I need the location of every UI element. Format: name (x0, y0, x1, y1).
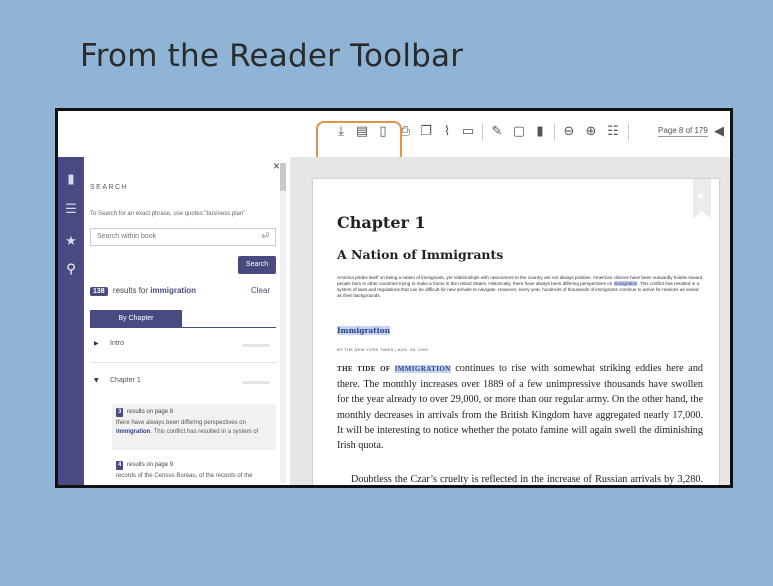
search-result-card[interactable]: 4 results on page 9 records of the Censu… (112, 457, 276, 485)
result-snippet-tail: . This conflict has resulted in a system… (150, 429, 259, 435)
note-icon[interactable]: ▢ (512, 124, 526, 140)
results-summary: 138 results for immigration (90, 286, 196, 296)
slide-title: From the Reader Toolbar (80, 38, 464, 74)
scrollbar-thumb[interactable] (280, 163, 286, 191)
page-indicator[interactable]: Page 8 of 179 (658, 126, 708, 137)
intro-paragraph: America prides itself on being a nation … (337, 275, 703, 299)
search-heading: SEARCH (90, 184, 129, 191)
zoom-in-icon[interactable]: ⊕ (584, 124, 598, 140)
left-rail: ▮ ☰ ★ ⚲ (58, 157, 84, 485)
chapter-subtitle: A Nation of Immigrants (337, 247, 504, 262)
chapter-label: Chapter 1 (110, 377, 141, 384)
body-paragraph-1: THE TIDE OF IMMIGRATION continues to ris… (337, 361, 703, 453)
bookmark-icon[interactable]: ▮ (533, 124, 547, 140)
body-paragraph-2: Doubtless the Czar’s cruelty is reflecte… (351, 474, 703, 485)
reader-window: ⤓ ▤ ▯ ⎙ ❐ ⌇ ▭ ✎ ▢ ▮ ⊖ ⊕ ☷ Page 8 of 179 … (55, 108, 733, 488)
results-term: immigration (150, 286, 197, 295)
result-page-text: results on page 9 (127, 462, 174, 468)
divider (90, 362, 276, 363)
comment-icon[interactable]: ▭ (461, 124, 475, 140)
search-input[interactable]: Search within book ⏎ (90, 228, 276, 246)
tab-underline (90, 327, 276, 328)
tab-by-chapter[interactable]: By Chapter (90, 310, 182, 327)
result-count: 3 (116, 408, 124, 417)
table-of-contents-icon[interactable]: ☰ (63, 203, 79, 217)
collapse-arrow-icon: ▼ (94, 377, 99, 384)
copy-icon[interactable]: ❐ (419, 124, 433, 140)
highlight-pen-icon[interactable]: ✎ (490, 124, 504, 140)
search-highlight: immigration (613, 281, 638, 286)
search-input-placeholder: Search within book (97, 233, 157, 240)
result-snippet: there have always been differing perspec… (116, 420, 246, 426)
clear-button[interactable]: Clear (251, 286, 270, 295)
view-settings-icon[interactable]: ☷ (606, 124, 620, 140)
search-result-card[interactable]: 3 results on page 8 there have always be… (112, 404, 276, 450)
result-count: 4 (116, 461, 124, 470)
search-highlight: IMMIGRATION (394, 365, 451, 373)
document-page: + Chapter 1 A Nation of Immigrants Ameri… (313, 179, 719, 485)
search-icon[interactable]: ⚲ (63, 263, 79, 277)
paragraph-text: continues to rise with somewhat striking… (337, 363, 704, 452)
result-heading: 3 results on page 8 (116, 408, 276, 417)
toolbar-divider (628, 123, 629, 141)
close-icon[interactable]: × (273, 159, 280, 173)
chapter-label: Intro (110, 340, 125, 347)
search-panel: × SEARCH To Search for an exact phrase, … (84, 157, 291, 485)
result-page-text: results on page 8 (127, 409, 174, 415)
expand-arrow-icon: ▶ (94, 340, 99, 347)
result-heading: 4 results on page 9 (116, 461, 276, 470)
toolbar-divider (482, 123, 483, 141)
toolbar-divider (554, 123, 555, 141)
reader-toolbar: ⤓ ▤ ▯ ⎙ ❐ ⌇ ▭ ✎ ▢ ▮ ⊖ ⊕ ☷ Page 8 of 179 … (58, 111, 730, 163)
lead-in-text: THE TIDE OF (337, 365, 391, 373)
match-density-bar (242, 381, 270, 384)
chapter-row-chapter-1[interactable]: ▼ Chapter 1 (90, 374, 276, 392)
section-heading: Immigration (337, 326, 391, 335)
link-icon[interactable]: ⌇ (440, 124, 454, 140)
panel-scrollbar[interactable] (280, 163, 286, 483)
result-snippet: records of the Census Bureau, of the rec… (116, 473, 253, 479)
results-text: results for (112, 286, 149, 295)
chapter-row-intro[interactable]: ▶ Intro (90, 337, 276, 355)
previous-page-icon[interactable]: ◀ (712, 124, 726, 140)
result-snippet-term: immigration (116, 429, 151, 435)
byline: BY THE NEW YORK TIMES | AUG. 28, 1900 (337, 347, 428, 352)
search-button[interactable]: Search (238, 256, 276, 274)
favorites-star-icon[interactable]: ★ (63, 235, 79, 249)
book-icon[interactable]: ▮ (63, 173, 79, 187)
add-bookmark-icon[interactable]: + (697, 189, 704, 203)
lead-in: THE TIDE OF IMMIGRATION (337, 365, 451, 373)
chapter-heading: Chapter 1 (337, 213, 426, 232)
zoom-out-icon[interactable]: ⊖ (562, 124, 576, 140)
match-density-bar (242, 344, 270, 347)
results-count-badge: 138 (90, 287, 108, 296)
enter-icon[interactable]: ⏎ (261, 229, 269, 245)
search-hint: To Search for an exact phrase, use quote… (90, 211, 246, 217)
